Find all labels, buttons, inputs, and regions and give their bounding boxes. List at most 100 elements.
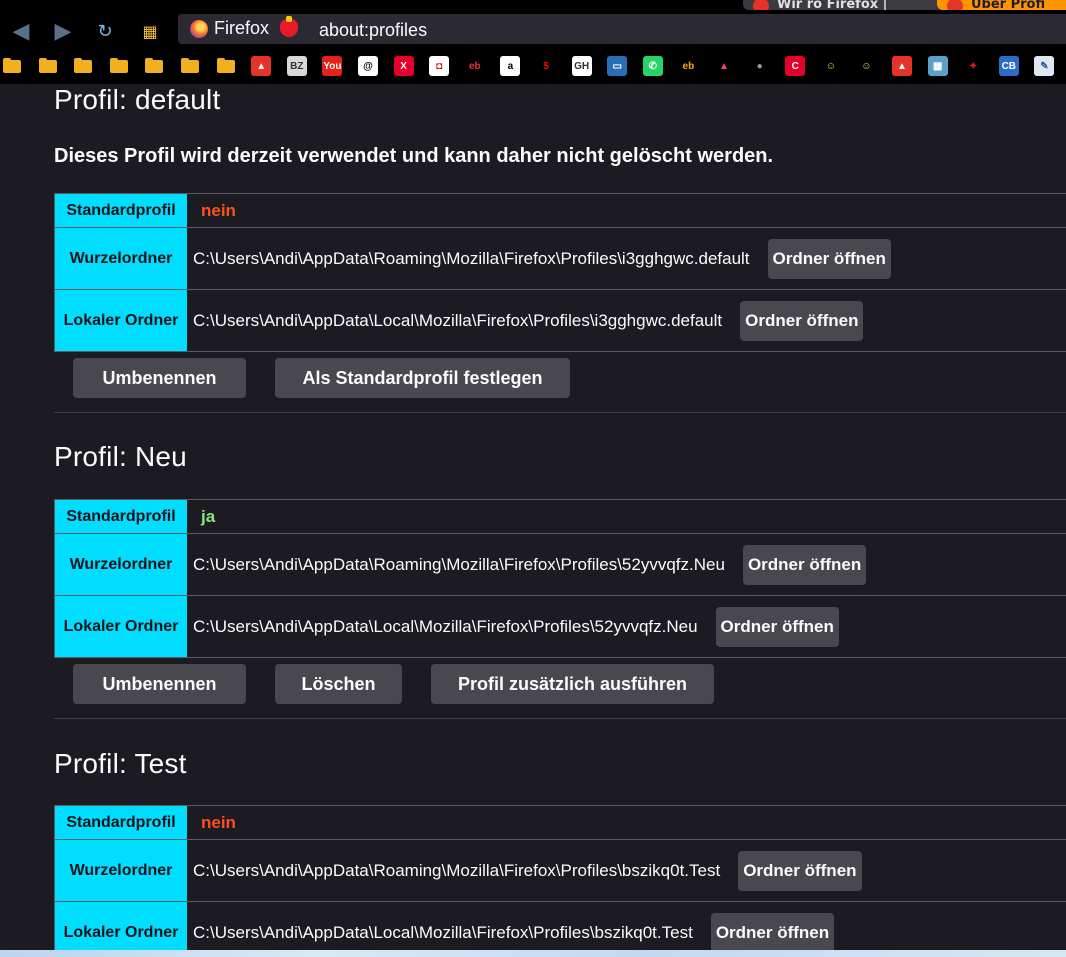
root-dir-path: C:\Users\Andi\AppData\Roaming\Mozilla\Fi… (193, 554, 725, 574)
profile-title: Profil: Neu (54, 441, 187, 472)
bookmark-folder-icon[interactable] (216, 56, 236, 76)
bookmark-favicon-icon[interactable]: ☺ (856, 56, 877, 76)
url-input[interactable]: about:profiles (319, 20, 427, 41)
profile-table: Standardprofil nein Wurzelordner C:\User… (54, 193, 1066, 352)
reload-icon[interactable]: ↻ (90, 16, 120, 46)
delete-button[interactable]: Löschen (275, 664, 402, 704)
tab-about-profiles[interactable]: Über Profi (937, 0, 1066, 10)
set-default-button[interactable]: Als Standardprofil festlegen (275, 358, 570, 398)
windows-taskbar (0, 950, 1066, 957)
bookmark-folder-icon[interactable] (144, 56, 164, 76)
navigation-bar: ◀ ▶ ↻ ▦ Firefox about:profiles (0, 14, 1066, 48)
row-label: Wurzelordner (55, 840, 187, 901)
row-label: Wurzelordner (55, 534, 187, 595)
root-dir-value: C:\Users\Andi\AppData\Roaming\Mozilla\Fi… (187, 840, 862, 901)
profile-title: Profil: default (54, 84, 221, 115)
bookmark-favicon-icon[interactable]: ✎ (1034, 56, 1055, 76)
section-divider (54, 718, 1066, 719)
default-profile-value: ja (201, 506, 216, 526)
open-folder-button[interactable]: Ordner öffnen (710, 912, 835, 950)
bookmark-favicon-icon[interactable]: X (393, 56, 414, 76)
bookmark-favicon-icon[interactable]: eb (464, 56, 485, 76)
bookmark-favicon-icon[interactable]: @ (358, 56, 378, 76)
root-dir-row: Wurzelordner C:\Users\Andi\AppData\Roami… (55, 533, 1066, 595)
row-label: Lokaler Ordner (55, 902, 187, 950)
root-dir-path: C:\Users\Andi\AppData\Roaming\Mozilla\Fi… (193, 248, 750, 268)
row-label: Lokaler Ordner (55, 290, 187, 351)
section-divider (54, 412, 1066, 413)
tab-favicon-icon (753, 0, 769, 10)
profile-title: Profil: Test (54, 748, 187, 779)
page-icon[interactable]: ▦ (135, 16, 165, 46)
bookmark-favicon-icon[interactable]: ✆ (642, 56, 663, 76)
bookmark-favicon-icon[interactable]: ▭ (607, 56, 628, 76)
bookmark-favicon-icon[interactable]: ▦ (927, 56, 948, 76)
tab-strip: Wir ro Firefox | Über Profi (0, 0, 1066, 14)
bookmark-favicon-icon[interactable]: ☺ (820, 56, 841, 76)
profile-table: Standardprofil ja Wurzelordner C:\Users\… (54, 499, 1066, 658)
identity-label: Firefox (214, 18, 270, 38)
row-label: Lokaler Ordner (55, 596, 187, 657)
bookmark-favicon-icon[interactable]: BZ (286, 56, 307, 76)
url-bar[interactable]: Firefox about:profiles (178, 14, 1066, 44)
bookmarks-toolbar: ▲ BZ You @ X ◘ eb a $ GH ▭ ✆ eb ▲ ● C ☺ ☺ ▲ ▦ ✦ CB ✎ (0, 48, 1066, 84)
bookmark-folder-icon[interactable] (38, 56, 58, 76)
bookmark-favicon-icon[interactable]: eb (678, 56, 699, 76)
profiles-page: Profil: default Dieses Profil wird derze… (0, 84, 1066, 950)
default-profile-row: Standardprofil nein (55, 194, 1066, 227)
bookmark-favicon-icon[interactable]: You (322, 56, 343, 76)
forward-arrow-icon[interactable]: ▶ (48, 16, 78, 46)
bookmark-favicon-icon[interactable]: ▲ (251, 56, 272, 76)
root-dir-value: C:\Users\Andi\AppData\Roaming\Mozilla\Fi… (187, 228, 891, 289)
open-folder-button[interactable]: Ordner öffnen (715, 606, 839, 647)
root-dir-row: Wurzelordner C:\Users\Andi\AppData\Roami… (55, 839, 1066, 901)
default-profile-value: nein (201, 812, 236, 832)
local-dir-path: C:\Users\Andi\AppData\Local\Mozilla\Fire… (193, 616, 698, 636)
bookmark-folder-icon[interactable] (2, 56, 22, 76)
bookmark-favicon-icon[interactable]: ◘ (429, 56, 450, 76)
root-dir-value: C:\Users\Andi\AppData\Roaming\Mozilla\Fi… (187, 534, 867, 595)
bookmark-folder-icon[interactable] (109, 56, 129, 76)
bookmark-favicon-icon[interactable]: ✦ (963, 56, 984, 76)
bookmark-folder-icon[interactable] (180, 56, 200, 76)
tab-favicon-icon (947, 0, 963, 10)
local-dir-row: Lokaler Ordner C:\Users\Andi\AppData\Loc… (55, 595, 1066, 657)
open-folder-button[interactable]: Ordner öffnen (742, 544, 867, 585)
open-folder-button[interactable]: Ordner öffnen (740, 300, 864, 341)
local-dir-value: C:\Users\Andi\AppData\Local\Mozilla\Fire… (187, 902, 835, 950)
root-dir-row: Wurzelordner C:\Users\Andi\AppData\Roami… (55, 227, 1066, 289)
local-dir-value: C:\Users\Andi\AppData\Local\Mozilla\Fire… (187, 290, 864, 351)
row-label: Standardprofil (55, 806, 187, 839)
row-label: Standardprofil (55, 500, 187, 533)
bookmark-favicon-icon[interactable]: $ (536, 56, 556, 76)
local-dir-value: C:\Users\Andi\AppData\Local\Mozilla\Fire… (187, 596, 839, 657)
tab-welcome[interactable]: Wir ro Firefox | (743, 0, 967, 10)
bookmark-favicon-icon[interactable]: CB (998, 56, 1019, 76)
row-label: Wurzelordner (55, 228, 187, 289)
firefox-logo-icon (190, 20, 208, 38)
bookmark-favicon-icon[interactable]: ● (749, 56, 770, 76)
default-profile-row: Standardprofil ja (55, 500, 1066, 533)
local-dir-path: C:\Users\Andi\AppData\Local\Mozilla\Fire… (193, 922, 693, 942)
local-dir-row: Lokaler Ordner C:\Users\Andi\AppData\Loc… (55, 901, 1066, 950)
bookmark-folder-icon[interactable] (73, 56, 93, 76)
root-dir-path: C:\Users\Andi\AppData\Roaming\Mozilla\Fi… (193, 860, 721, 880)
bookmark-favicon-icon[interactable]: ▲ (892, 56, 912, 76)
rename-button[interactable]: Umbenennen (73, 358, 246, 398)
launch-profile-button[interactable]: Profil zusätzlich ausführen (431, 664, 714, 704)
tab-label: Über Profi (971, 0, 1046, 10)
bookmark-favicon-icon[interactable]: C (785, 56, 806, 76)
bookmark-favicon-icon[interactable]: a (500, 56, 521, 76)
back-arrow-icon[interactable]: ◀ (6, 16, 36, 46)
bookmark-favicon-icon[interactable]: ▲ (714, 56, 734, 76)
tab-label: Wir ro Firefox | (777, 0, 888, 10)
open-folder-button[interactable]: Ordner öffnen (767, 238, 891, 279)
rename-button[interactable]: Umbenennen (73, 664, 246, 704)
profile-in-use-note: Dieses Profil wird derzeit verwendet und… (54, 145, 774, 167)
open-folder-button[interactable]: Ordner öffnen (738, 850, 862, 891)
bookmark-favicon-icon[interactable]: GH (571, 56, 592, 76)
local-dir-path: C:\Users\Andi\AppData\Local\Mozilla\Fire… (193, 310, 723, 330)
default-profile-value: nein (201, 200, 236, 220)
profile-table: Standardprofil nein Wurzelordner C:\User… (54, 805, 1066, 950)
extension-icon[interactable] (280, 16, 298, 37)
